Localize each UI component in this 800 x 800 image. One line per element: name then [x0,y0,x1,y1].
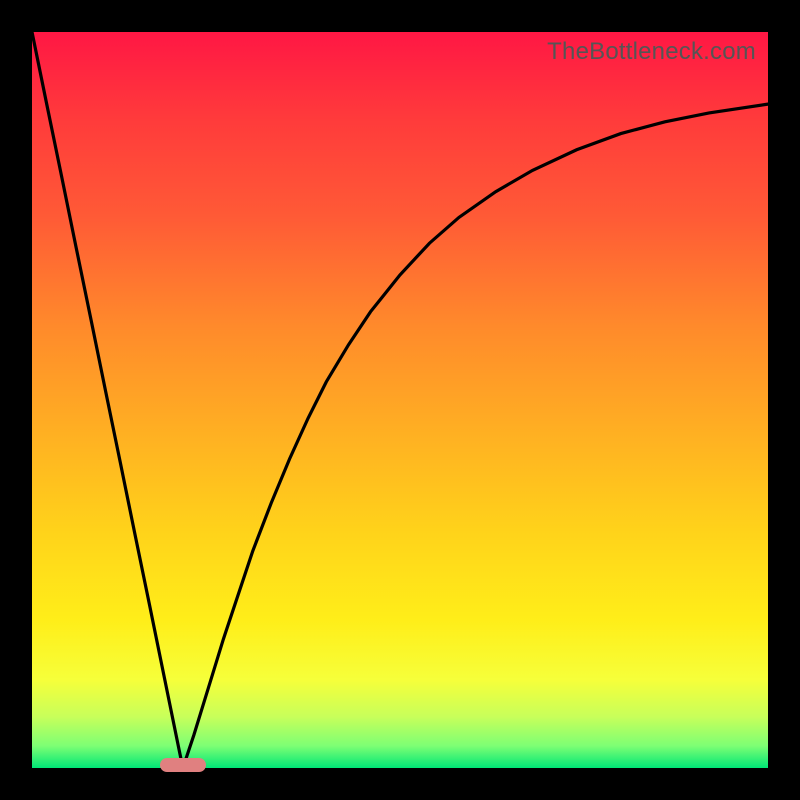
bottleneck-marker [160,758,206,772]
chart-frame: TheBottleneck.com [0,0,800,800]
curve-right [183,104,768,768]
plot-area: TheBottleneck.com [32,32,768,768]
curve-svg [32,32,768,768]
curve-left [32,32,183,768]
